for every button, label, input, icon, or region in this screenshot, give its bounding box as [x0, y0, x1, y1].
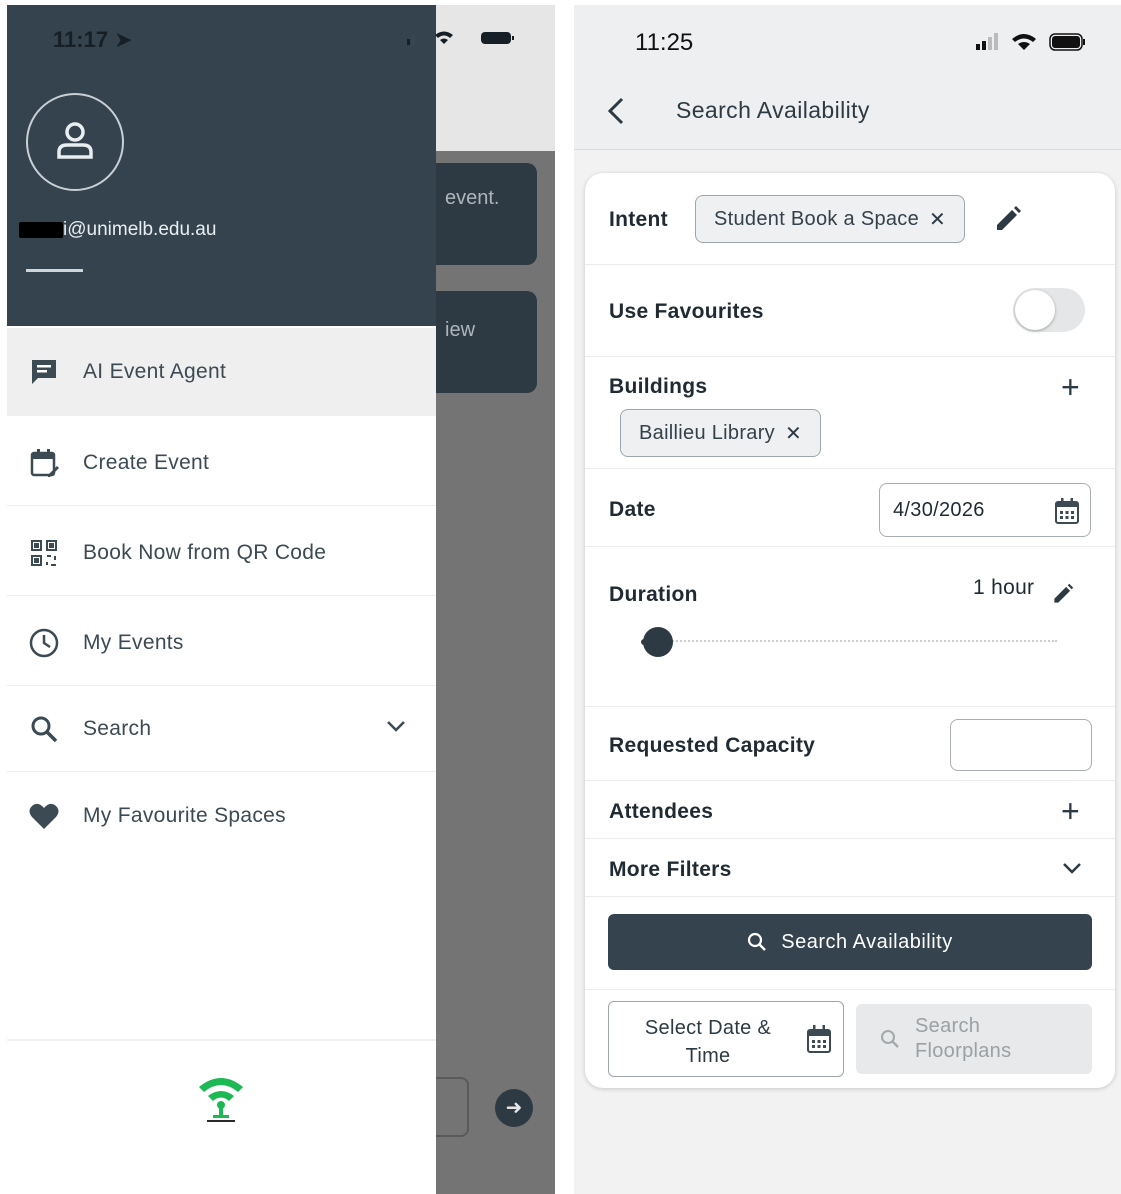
- more-filters-row[interactable]: More Filters: [585, 839, 1115, 897]
- status-icons: [976, 31, 1088, 58]
- select-date-time-button[interactable]: Select Date & Time: [608, 1001, 844, 1077]
- use-favourites-toggle[interactable]: [1013, 288, 1085, 332]
- edit-intent-pencil-icon[interactable]: [994, 205, 1022, 238]
- chevron-down-icon[interactable]: [1061, 861, 1083, 880]
- send-icon: ➜: [495, 1089, 533, 1127]
- duration-row: Duration 1 hour: [585, 547, 1115, 707]
- drawer-footer-divider: [7, 1039, 436, 1041]
- menu-item-create-event[interactable]: Create Event: [7, 420, 436, 506]
- apptree-logo: [191, 1067, 251, 1127]
- calendar-icon: [807, 1025, 831, 1053]
- buildings-label: Buildings: [609, 375, 708, 398]
- capacity-row: Requested Capacity: [585, 707, 1115, 781]
- close-icon[interactable]: ✕: [929, 207, 946, 232]
- chat-icon: [27, 355, 61, 389]
- search-icon: [27, 712, 61, 746]
- top-bar: 11:25 Search Availability: [574, 5, 1121, 150]
- search-icon: [748, 932, 767, 951]
- background-card-text: event.: [445, 187, 500, 209]
- background-message-card: iew: [427, 291, 537, 393]
- menu-item-label: My Favourite Spaces: [83, 804, 286, 827]
- date-value: 4/30/2026: [893, 499, 985, 521]
- intent-chip[interactable]: Student Book a Space ✕: [695, 195, 966, 243]
- date-input[interactable]: 4/30/2026: [879, 483, 1091, 537]
- duration-value: 1 hour: [973, 576, 1035, 599]
- clock-icon: [27, 626, 61, 660]
- heart-icon: [27, 799, 61, 833]
- right-phone-screen: 11:25 Search Availability Intent Student…: [574, 5, 1121, 1194]
- add-attendee-plus-icon[interactable]: +: [1061, 795, 1080, 827]
- menu-item-ai-event-agent[interactable]: AI Event Agent: [7, 328, 436, 416]
- location-arrow-icon: ➤: [114, 27, 133, 52]
- use-favourites-label: Use Favourites: [609, 300, 764, 323]
- select-date-time-label: Select Date & Time: [644, 1017, 772, 1067]
- navigation-drawer: 11:17 ➤ i@unimelb.edu.au AI Event Agent …: [7, 5, 514, 1194]
- menu-item-label: My Events: [83, 630, 184, 654]
- search-floorplans-button[interactable]: Search Floorplans: [856, 1004, 1092, 1074]
- back-button[interactable]: [604, 95, 628, 127]
- attendees-row[interactable]: Attendees +: [585, 781, 1115, 839]
- menu-item-my-events[interactable]: My Events: [7, 600, 436, 686]
- duration-label: Duration: [609, 583, 698, 606]
- header-divider: [26, 269, 83, 272]
- attendees-label: Attendees: [609, 800, 714, 823]
- search-form-card: Intent Student Book a Space ✕ Use Favour…: [585, 173, 1115, 1088]
- user-icon: [57, 122, 93, 159]
- intent-row: Intent Student Book a Space ✕: [585, 173, 1115, 265]
- avatar[interactable]: [26, 93, 124, 191]
- chevron-left-icon: [607, 97, 624, 125]
- drawer-header: 11:17 ➤ i@unimelb.edu.au: [7, 5, 514, 326]
- search-floorplans-label: Search Floorplans: [915, 1015, 1012, 1062]
- buttons-divider: [585, 989, 1115, 990]
- building-chip[interactable]: Baillieu Library ✕: [620, 409, 822, 457]
- buildings-row: Buildings + Baillieu Library ✕: [585, 357, 1115, 469]
- left-phone-screen: event. iew ➜ 11:17 ➤ i@unimelb.edu.au AI…: [7, 5, 555, 1194]
- duration-slider-track[interactable]: [645, 640, 1057, 642]
- intent-label: Intent: [609, 208, 668, 231]
- calendar-edit-icon: [27, 446, 61, 480]
- use-favourites-row: Use Favourites: [585, 265, 1115, 357]
- status-time: 11:17 ➤: [53, 27, 133, 52]
- qr-code-icon: [27, 536, 61, 570]
- menu-item-label: AI Event Agent: [83, 359, 227, 383]
- menu-item-label: Search: [83, 716, 152, 740]
- close-icon[interactable]: ✕: [785, 421, 802, 446]
- search-icon: [881, 1030, 899, 1048]
- status-time: 11:25: [635, 29, 694, 56]
- user-email: i@unimelb.edu.au: [19, 219, 216, 243]
- search-availability-button[interactable]: Search Availability: [608, 914, 1092, 970]
- intent-value: Student Book a Space: [714, 207, 920, 230]
- date-row: Date 4/30/2026: [585, 469, 1115, 547]
- more-filters-label: More Filters: [609, 858, 732, 881]
- edit-duration-pencil-icon[interactable]: [1052, 583, 1074, 610]
- building-chip-label: Baillieu Library: [639, 421, 775, 444]
- page-title: Search Availability: [676, 97, 870, 123]
- menu-item-search[interactable]: Search: [7, 686, 436, 772]
- background-card-text: iew: [445, 319, 476, 341]
- redacted-text: [19, 222, 63, 238]
- menu-item-book-qr[interactable]: Book Now from QR Code: [7, 510, 436, 596]
- toggle-knob: [1015, 290, 1055, 330]
- chevron-down-icon[interactable]: [385, 719, 407, 738]
- add-building-plus-icon[interactable]: +: [1061, 371, 1080, 403]
- menu-item-label: Book Now from QR Code: [83, 540, 327, 564]
- background-message-card: event.: [427, 163, 537, 265]
- menu-item-label: Create Event: [83, 450, 210, 474]
- date-label: Date: [609, 498, 656, 521]
- search-button-label: Search Availability: [781, 930, 953, 953]
- status-icons: [407, 29, 517, 52]
- capacity-input[interactable]: [950, 719, 1092, 771]
- calendar-icon[interactable]: [1054, 497, 1080, 525]
- duration-slider-thumb[interactable]: [643, 627, 673, 657]
- capacity-label: Requested Capacity: [609, 734, 816, 757]
- menu-item-favourite-spaces[interactable]: My Favourite Spaces: [7, 773, 436, 859]
